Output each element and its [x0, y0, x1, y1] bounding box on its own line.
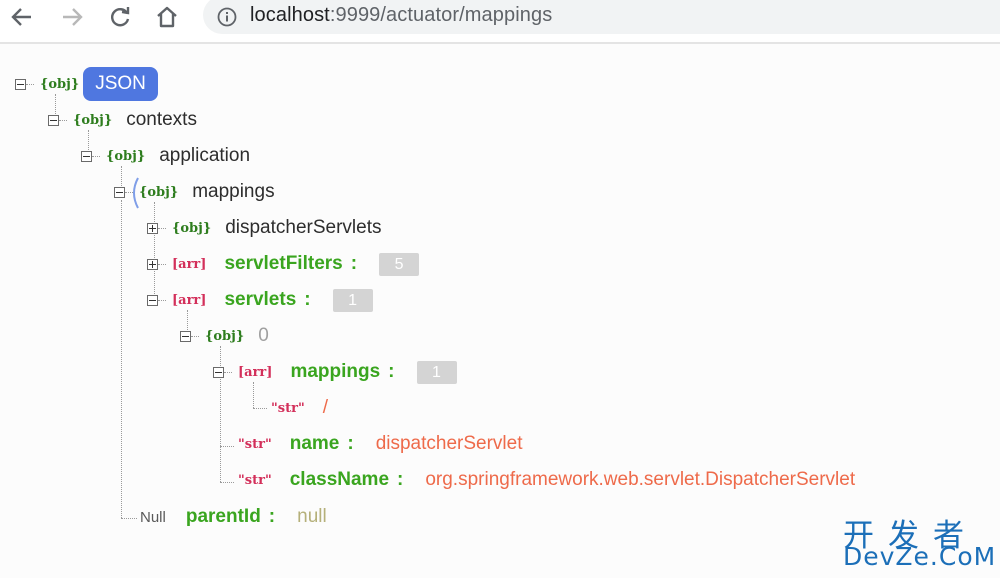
type-tag: {obj}: [73, 112, 113, 128]
tree-node-class-name[interactable]: "str" className : org.springframework.we…: [238, 465, 855, 495]
key-colon: :: [350, 253, 358, 274]
tree-node-parent-id[interactable]: Null parentId : null: [140, 502, 327, 532]
tree-connector: [26, 84, 34, 85]
node-key: contexts: [126, 109, 197, 130]
tree-node-item-0[interactable]: {obj} 0: [205, 321, 269, 351]
tree-connector: [121, 200, 122, 518]
type-tag: {obj}: [106, 148, 146, 164]
collapse-toggle-icon[interactable]: [180, 331, 191, 342]
type-tag: "str": [238, 436, 272, 452]
tree-node-dispatcher-servlets[interactable]: {obj} dispatcherServlets: [172, 213, 381, 243]
info-icon[interactable]: [214, 0, 240, 34]
back-arrow-icon[interactable]: [8, 0, 36, 34]
tree-node-mapping-string[interactable]: "str" /: [271, 393, 328, 423]
node-key: name: [289, 433, 340, 454]
collapse-toggle-icon[interactable]: [15, 79, 26, 90]
url-text[interactable]: localhost:9999/actuator/mappings: [250, 4, 552, 27]
node-key: servletFilters: [224, 253, 343, 274]
node-key: mappings: [192, 181, 275, 202]
tree-connector: [92, 156, 100, 157]
type-tag: "str": [271, 400, 305, 416]
key-colon: :: [268, 506, 276, 527]
tree-connector: [224, 372, 232, 373]
tree-connector: [158, 264, 166, 265]
tree-node-name[interactable]: "str" name : dispatcherServlet: [238, 429, 522, 459]
type-tag: {obj}: [40, 76, 80, 92]
string-value: dispatcherServlet: [375, 433, 523, 454]
type-tag: [arr]: [172, 256, 207, 272]
tree-node-application[interactable]: {obj} application: [106, 141, 250, 171]
node-key: application: [159, 145, 251, 166]
count-badge: 1: [332, 288, 373, 312]
tree-node-root[interactable]: {obj} JSON: [40, 67, 158, 101]
browser-toolbar: localhost:9999/actuator/mappings: [0, 0, 1000, 42]
count-badge: 1: [416, 360, 457, 384]
node-key: className: [289, 469, 390, 490]
node-index: 0: [258, 325, 269, 346]
expand-toggle-icon[interactable]: [147, 259, 158, 270]
null-value: null: [297, 506, 327, 527]
collapse-toggle-icon[interactable]: [147, 295, 158, 306]
type-tag: Null: [140, 508, 166, 526]
watermark-logo-latin: DevZe.CoM: [843, 542, 997, 571]
tree-connector: [253, 408, 267, 409]
tree-node-servlet-filters[interactable]: [arr] servletFilters : 5: [172, 249, 420, 279]
string-value: /: [322, 397, 328, 418]
tree-connector: [220, 446, 234, 447]
collapse-toggle-icon[interactable]: [213, 367, 224, 378]
forward-arrow-icon[interactable]: [58, 0, 86, 34]
tree-connector: [158, 228, 166, 229]
tree-connector: [158, 300, 166, 301]
root-label[interactable]: JSON: [83, 67, 158, 101]
node-key: dispatcherServlets: [225, 217, 382, 238]
type-tag: "str": [238, 472, 272, 488]
key-colon: :: [347, 433, 354, 454]
expand-toggle-icon[interactable]: [147, 223, 158, 234]
tree-node-contexts[interactable]: {obj} contexts: [73, 105, 197, 135]
tree-connector: [154, 202, 155, 306]
tree-connector: [59, 120, 67, 121]
tree-connector: [191, 336, 199, 337]
reload-icon[interactable]: [106, 0, 134, 34]
type-tag: [arr]: [238, 364, 273, 380]
key-colon: :: [304, 289, 311, 310]
url-host: localhost: [250, 4, 330, 26]
node-key: mappings: [290, 361, 381, 382]
node-key: servlets: [224, 289, 297, 310]
home-icon[interactable]: [152, 0, 182, 34]
url-path: :9999/actuator/mappings: [329, 4, 553, 26]
node-key: parentId: [185, 506, 261, 527]
type-tag: {obj}: [172, 220, 212, 236]
tree-connector: [121, 518, 137, 519]
type-tag: {obj}: [205, 328, 245, 344]
key-colon: :: [388, 361, 395, 382]
key-colon: :: [397, 469, 404, 490]
tree-node-servlets[interactable]: [arr] servlets : 1: [172, 285, 373, 315]
type-tag: [arr]: [172, 292, 207, 308]
tree-node-item-mappings[interactable]: [arr] mappings : 1: [238, 357, 457, 387]
collapse-toggle-icon[interactable]: [114, 187, 125, 198]
tree-node-mappings[interactable]: {obj} mappings: [139, 177, 275, 207]
tree-connector: [220, 482, 234, 483]
string-value: org.springframework.web.servlet.Dispatch…: [425, 469, 856, 490]
collapse-toggle-icon[interactable]: [48, 115, 59, 126]
count-badge: 5: [379, 252, 420, 276]
collapse-toggle-icon[interactable]: [81, 151, 92, 162]
type-tag: {obj}: [139, 184, 179, 200]
